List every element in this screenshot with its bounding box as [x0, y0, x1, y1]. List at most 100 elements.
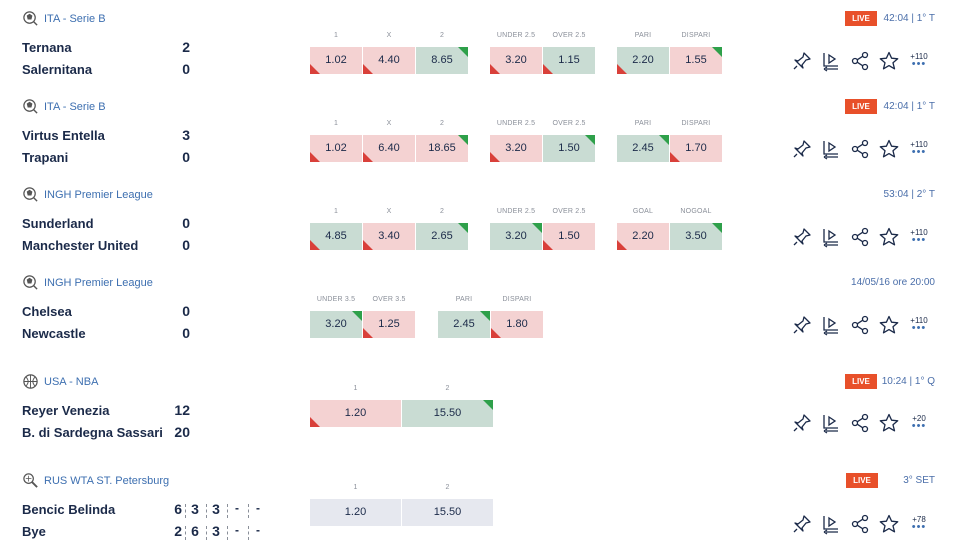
match-time: 3° SET: [903, 475, 935, 486]
odds-button[interactable]: 1.50: [543, 223, 595, 250]
odds-button[interactable]: 1.02: [310, 135, 362, 162]
odds-button[interactable]: 2.20: [617, 223, 669, 250]
odds-button[interactable]: 6.40: [363, 135, 415, 162]
league-name[interactable]: RUS WTA ST. Petersburg: [44, 475, 169, 487]
live-stream-icon[interactable]: [820, 50, 842, 72]
live-stream-icon[interactable]: [820, 513, 842, 535]
team-name: Ternana: [22, 40, 72, 55]
event-row: USA - NBA Reyer Venezia 12 B. di Sardegna S…: [0, 373, 953, 461]
odds-button[interactable]: 1.70: [670, 135, 722, 162]
odds-button[interactable]: 2.65: [416, 223, 468, 250]
league-header[interactable]: RUS WTA ST. Petersburg: [22, 472, 169, 489]
odds-button[interactable]: 1.55: [670, 47, 722, 74]
favorite-star-icon[interactable]: [878, 226, 900, 248]
live-stream-icon[interactable]: [820, 314, 842, 336]
odds-button[interactable]: 4.40: [363, 47, 415, 74]
league-name[interactable]: ITA - Serie B: [44, 101, 106, 113]
set-separator: [206, 526, 208, 540]
more-markets-icon[interactable]: +110 •••: [907, 228, 931, 246]
pin-icon[interactable]: [791, 513, 813, 535]
league-name[interactable]: INGH Premier League: [44, 277, 153, 289]
odds-header: 1: [333, 32, 339, 39]
odds-button[interactable]: 1.20: [310, 400, 401, 427]
odds-header: OVER 2.5: [552, 32, 586, 39]
live-stream-icon[interactable]: [820, 226, 842, 248]
tennis-racket-icon: [22, 472, 39, 489]
odds-button[interactable]: 1.80: [491, 311, 543, 338]
odds-button[interactable]: 3.20: [490, 135, 542, 162]
favorite-star-icon[interactable]: [878, 513, 900, 535]
odds-button[interactable]: 3.20: [490, 47, 542, 74]
odds-button[interactable]: 1.20: [310, 499, 401, 526]
live-stream-icon[interactable]: [820, 412, 842, 434]
more-markets-icon[interactable]: +20 •••: [907, 414, 931, 432]
odds-button[interactable]: 1.15: [543, 47, 595, 74]
odds-button[interactable]: 3.20: [490, 223, 542, 250]
share-icon[interactable]: [849, 513, 871, 535]
pin-icon[interactable]: [791, 50, 813, 72]
share-icon[interactable]: [849, 314, 871, 336]
pin-icon[interactable]: [791, 138, 813, 160]
odds-header: OVER 3.5: [372, 296, 406, 303]
more-markets-icon[interactable]: +110 •••: [907, 52, 931, 70]
set-score: -: [235, 523, 239, 537]
event-row: ITA - Serie B Virtus Entella 3 Trapani 0 LIVE…: [0, 98, 953, 186]
odds-button[interactable]: 1.25: [363, 311, 415, 338]
odds-header: 1: [353, 484, 358, 491]
odds-header: UNDER 2.5: [496, 208, 536, 215]
favorite-star-icon[interactable]: [878, 412, 900, 434]
odds-button[interactable]: 8.65: [416, 47, 468, 74]
league-name[interactable]: INGH Premier League: [44, 189, 153, 201]
league-header[interactable]: ITA - Serie B: [22, 98, 106, 115]
league-name[interactable]: USA - NBA: [44, 376, 98, 388]
share-icon[interactable]: [849, 412, 871, 434]
event-row: ITA - Serie B Ternana 2 Salernitana 0 LIVE 42:…: [0, 10, 953, 98]
live-stream-icon[interactable]: [820, 138, 842, 160]
favorite-star-icon[interactable]: [878, 50, 900, 72]
team-name: Sunderland: [22, 216, 94, 231]
more-markets-icon[interactable]: +110 •••: [907, 140, 931, 158]
league-header[interactable]: INGH Premier League: [22, 186, 153, 203]
set-separator: [248, 504, 250, 518]
team-name: Trapani: [22, 150, 69, 165]
share-icon[interactable]: [849, 226, 871, 248]
soccer-ball-icon: [22, 274, 39, 291]
odds-button[interactable]: 1.02: [310, 47, 362, 74]
more-dots: •••: [911, 521, 927, 533]
odds-button[interactable]: 3.20: [310, 311, 362, 338]
league-name[interactable]: ITA - Serie B: [44, 13, 106, 25]
odds-button[interactable]: 1.50: [543, 135, 595, 162]
more-markets-icon[interactable]: +110 •••: [907, 316, 931, 334]
odds-button[interactable]: 2.45: [438, 311, 490, 338]
odds-button[interactable]: 3.50: [670, 223, 722, 250]
set-score: -: [256, 523, 260, 537]
share-icon[interactable]: [849, 50, 871, 72]
odds-button[interactable]: 15.50: [402, 499, 493, 526]
team-score: 2: [182, 39, 190, 55]
odds-button[interactable]: 2.45: [617, 135, 669, 162]
share-icon[interactable]: [849, 138, 871, 160]
odds-header: PARI: [634, 32, 652, 39]
pin-icon[interactable]: [791, 226, 813, 248]
pin-icon[interactable]: [791, 314, 813, 336]
league-header[interactable]: ITA - Serie B: [22, 10, 106, 27]
odds-header: 1: [333, 208, 339, 215]
odds-button[interactable]: 18.65: [416, 135, 468, 162]
match-time: 42:04 | 1° T: [883, 101, 935, 112]
odds-header: 1: [333, 120, 339, 127]
odds-button[interactable]: 3.40: [363, 223, 415, 250]
team-score: 0: [182, 215, 190, 231]
odds-header: 2: [439, 120, 445, 127]
odds-button[interactable]: 2.20: [617, 47, 669, 74]
odds-header: X: [386, 120, 392, 127]
odds-button[interactable]: 15.50: [402, 400, 493, 427]
odds-button[interactable]: 4.85: [310, 223, 362, 250]
team-score: 0: [182, 303, 190, 319]
pin-icon[interactable]: [791, 412, 813, 434]
league-header[interactable]: USA - NBA: [22, 373, 98, 390]
favorite-star-icon[interactable]: [878, 314, 900, 336]
league-header[interactable]: INGH Premier League: [22, 274, 153, 291]
team-score: 0: [182, 149, 190, 165]
favorite-star-icon[interactable]: [878, 138, 900, 160]
more-markets-icon[interactable]: +78 •••: [907, 515, 931, 533]
